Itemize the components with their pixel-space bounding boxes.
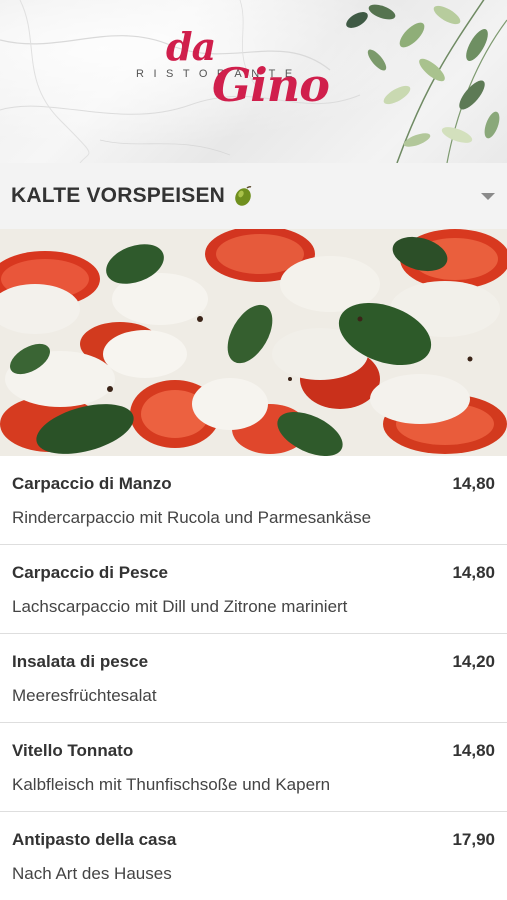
menu-list: Carpaccio di Manzo 14,80 Rindercarpaccio… — [0, 456, 507, 900]
section-header-kalte-vorspeisen[interactable]: KALTE VORSPEISEN — [0, 163, 507, 229]
section-title-row: KALTE VORSPEISEN — [11, 184, 255, 208]
menu-item[interactable]: Insalata di pesce 14,20 Meeresfrüchtesal… — [0, 634, 507, 723]
menu-item-description: Kalbfleisch mit Thunfischsoße und Kapern — [12, 775, 331, 794]
menu-item[interactable]: Antipasto della casa 17,90 Nach Art des … — [0, 812, 507, 900]
logo-da: da — [166, 24, 216, 69]
menu-item-header: Vitello Tonnato 14,80 — [12, 741, 495, 761]
menu-item-price: 14,20 — [452, 652, 495, 671]
menu-item-header: Carpaccio di Pesce 14,80 — [12, 563, 495, 583]
menu-item[interactable]: Vitello Tonnato 14,80 Kalbfleisch mit Th… — [0, 723, 507, 812]
menu-item-description: Rindercarpaccio mit Rucola und Parmesank… — [12, 508, 372, 527]
restaurant-header: da RISTORANTE Gino — [0, 0, 507, 163]
menu-item-price: 14,80 — [452, 474, 495, 493]
olive-icon — [235, 186, 252, 206]
menu-item-header: Antipasto della casa 17,90 — [12, 830, 495, 850]
menu-item-name: Carpaccio di Pesce — [12, 563, 168, 582]
menu-item-description: Meeresfrüchtesalat — [12, 686, 157, 705]
logo-gino: Gino — [212, 58, 330, 112]
menu-item[interactable]: Carpaccio di Pesce 14,80 Lachscarpaccio … — [0, 545, 507, 634]
menu-item-price: 17,90 — [452, 830, 495, 849]
menu-item-description: Lachscarpaccio mit Dill und Zitrone mari… — [12, 597, 348, 616]
menu-item-name: Insalata di pesce — [12, 652, 149, 671]
menu-item-header: Carpaccio di Manzo 14,80 — [12, 474, 495, 494]
restaurant-logo[interactable]: da RISTORANTE Gino — [130, 22, 380, 122]
menu-item-name: Carpaccio di Manzo — [12, 474, 172, 493]
caprese-salad-image — [0, 229, 507, 456]
menu-item-price: 14,80 — [452, 741, 495, 760]
menu-item-name: Antipasto della casa — [12, 830, 177, 849]
menu-item-header: Insalata di pesce 14,20 — [12, 652, 495, 672]
section-title: KALTE VORSPEISEN — [11, 184, 226, 207]
menu-item-price: 14,80 — [452, 563, 495, 582]
menu-item[interactable]: Carpaccio di Manzo 14,80 Rindercarpaccio… — [0, 456, 507, 545]
menu-item-name: Vitello Tonnato — [12, 741, 134, 760]
menu-item-description: Nach Art des Hauses — [12, 864, 172, 883]
chevron-down-icon[interactable] — [481, 192, 495, 200]
